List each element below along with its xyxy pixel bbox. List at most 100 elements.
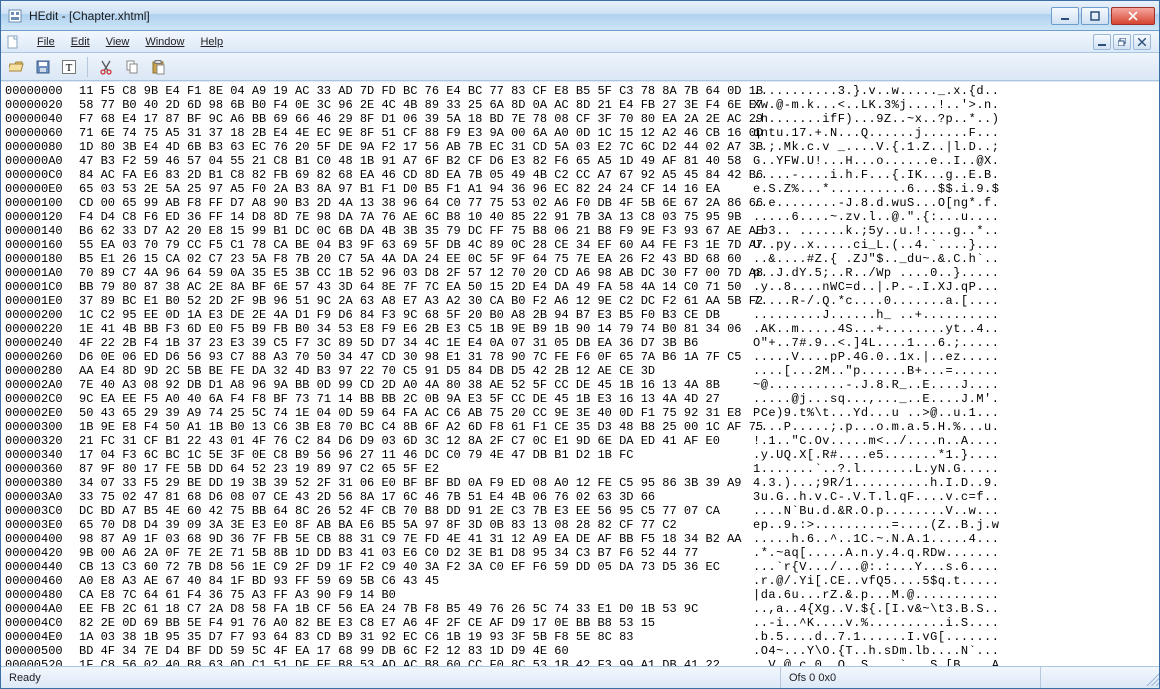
- hex-row: 0000038034 07 33 F5 29 BE DD 19 3B 39 52…: [5, 476, 1155, 490]
- offset-cell: 00000220: [5, 322, 77, 336]
- menu-edit[interactable]: Edit: [63, 34, 98, 50]
- hex-row: 000003E065 70 D8 D4 39 09 3A 3E E3 E0 8F…: [5, 518, 1155, 532]
- hex-bytes-cell: B6 62 33 D7 A2 20 E8 15 99 B1 DC 0C 6B D…: [77, 224, 745, 238]
- ascii-cell: O"+..7#.9..<.]4L....1...6.;.....: [745, 336, 999, 350]
- ascii-cell: .....@j...sq...,..._..E....J.M'.: [745, 392, 999, 406]
- ascii-cell: ep..9.:>..........=....(Z..B.j.w: [745, 518, 999, 532]
- menu-view[interactable]: View: [98, 34, 138, 50]
- ascii-cell: .....h.6..^..1C.~.N.A.1.....4...: [745, 532, 999, 546]
- ascii-cell: .h.......ifF)...9Z..~x..?p..*..): [745, 112, 999, 126]
- hex-row: 000002201E 41 4B BB F3 6D E0 F5 B9 FB B0…: [5, 322, 1155, 336]
- ascii-cell: e.S.Z%...*..........6...$$.i.9.$: [745, 182, 999, 196]
- hex-view[interactable]: 0000000011 F5 C8 9B E4 F1 8E 04 A9 19 AC…: [1, 81, 1159, 666]
- offset-cell: 00000080: [5, 140, 77, 154]
- ascii-cell: !.1.."C.Ov.....m<../....n..A....: [745, 434, 999, 448]
- menu-window[interactable]: Window: [137, 34, 192, 50]
- offset-cell: 00000020: [5, 98, 77, 112]
- offset-cell: 000004A0: [5, 602, 77, 616]
- ascii-cell: .*.~aq[.....A.n.y.4.q.RDw.......: [745, 546, 999, 560]
- hex-bytes-cell: 34 07 33 F5 29 BE DD 19 3B 39 52 2F 31 0…: [77, 476, 745, 490]
- ascii-cell: ..,a..4{Xg..V.${.[I.v&~\t3.B.S..: [745, 602, 999, 616]
- cut-button[interactable]: [94, 56, 118, 78]
- save-button[interactable]: [31, 56, 55, 78]
- hex-bytes-cell: B5 E1 26 15 CA 02 C7 23 5A F8 7B 20 C7 5…: [77, 252, 745, 266]
- offset-cell: 000000C0: [5, 168, 77, 182]
- ascii-cell: .b3.. ......k.;5y..u.!....g..*..: [745, 224, 999, 238]
- offset-cell: 00000180: [5, 252, 77, 266]
- hex-bytes-cell: 17 04 F3 6C BC 1C 5E 3F 0E C8 B9 56 96 2…: [77, 448, 745, 462]
- paste-button[interactable]: [146, 56, 170, 78]
- offset-cell: 000001A0: [5, 266, 77, 280]
- menu-file[interactable]: File: [29, 34, 63, 50]
- hex-bytes-cell: F4 D4 C8 F6 ED 36 FF 14 D8 8D 7E 98 DA 7…: [77, 210, 745, 224]
- mdi-restore-button[interactable]: [1113, 34, 1131, 50]
- hex-row: 000000801D 80 3B E4 4D 6B B3 63 EC 76 20…: [5, 140, 1155, 154]
- paste-icon: [150, 59, 166, 75]
- offset-cell: 00000200: [5, 308, 77, 322]
- minimize-button[interactable]: [1051, 7, 1079, 25]
- offset-cell: 000001E0: [5, 294, 77, 308]
- offset-cell: 00000260: [5, 350, 77, 364]
- offset-cell: 000003A0: [5, 490, 77, 504]
- hex-bytes-cell: 4F 22 2B F4 1B 37 23 E3 39 C5 F7 3C 89 5…: [77, 336, 745, 350]
- copy-button[interactable]: [120, 56, 144, 78]
- offset-cell: 00000520: [5, 658, 77, 666]
- hex-bytes-cell: 50 43 65 29 39 A9 74 25 5C 74 1E 04 0D 5…: [77, 406, 745, 420]
- text-mode-button[interactable]: T: [57, 56, 81, 78]
- hex-bytes-cell: AA E4 8D 9D 2C 5B BE FE DA 32 4D B3 97 2…: [77, 364, 745, 378]
- ascii-cell: Xw.@-m.k...<..LK.3%j....!..'>.n.: [745, 98, 999, 112]
- offset-cell: 00000300: [5, 420, 77, 434]
- maximize-button[interactable]: [1081, 7, 1109, 25]
- ascii-cell: ~@..........-.J.8.R_..E....J....: [745, 378, 999, 392]
- ascii-cell: .........J......h_ ..+..........: [745, 308, 999, 322]
- offset-cell: 000004C0: [5, 616, 77, 630]
- hex-row: 000004C082 2E 0D 69 BB 5E F4 91 76 A0 82…: [5, 616, 1155, 630]
- hex-row: 000002001C C2 95 EE 0D 1A E3 DE 2E 4A D1…: [5, 308, 1155, 322]
- ascii-cell: ....[...2M.."p......B+...=......: [745, 364, 999, 378]
- hex-row: 00000040F7 68 E4 17 87 BF 9C A6 BB 69 66…: [5, 112, 1155, 126]
- mdi-close-button[interactable]: [1133, 34, 1151, 50]
- ascii-cell: .....V....pP.4G.0..1x.|..ez.....: [745, 350, 999, 364]
- hex-row: 00000500BD 4F 34 7E D4 BF DD 59 5C 4F EA…: [5, 644, 1155, 658]
- close-button[interactable]: [1111, 7, 1155, 25]
- resize-grip-icon[interactable]: [1143, 670, 1159, 686]
- offset-cell: 00000440: [5, 560, 77, 574]
- hex-row: 00000260D6 0E 06 ED D6 56 93 C7 88 A3 70…: [5, 350, 1155, 364]
- hex-row: 00000120F4 D4 C8 F6 ED 36 FF 14 D8 8D 7E…: [5, 210, 1155, 224]
- open-button[interactable]: [5, 56, 29, 78]
- hex-bytes-cell: 84 AC FA E6 83 2D B1 C8 82 FB 69 82 68 E…: [77, 168, 745, 182]
- hex-bytes-cell: 1C C2 95 EE 0D 1A E3 DE 2E 4A D1 F9 D6 8…: [77, 308, 745, 322]
- hex-row: 000001E037 89 BC E1 B0 52 2D 2F 9B 96 51…: [5, 294, 1155, 308]
- mdi-buttons: [1093, 34, 1155, 50]
- toolbar-separator: [87, 57, 88, 77]
- hex-bytes-cell: 11 F5 C8 9B E4 F1 8E 04 A9 19 AC 33 AD 7…: [77, 84, 745, 98]
- hex-row: 00000140B6 62 33 D7 A2 20 E8 15 99 B1 DC…: [5, 224, 1155, 238]
- hex-row: 0000032021 FC 31 CF B1 22 43 01 4F 76 C2…: [5, 434, 1155, 448]
- hex-bytes-cell: 1D 80 3B E4 4D 6B B3 63 EC 76 20 5F DE 9…: [77, 140, 745, 154]
- hex-bytes-cell: 9C EA EE F5 A0 40 6A F4 F8 BF 73 71 14 B…: [77, 392, 745, 406]
- ascii-cell: ..V.@.c.0..Q..S....`...S.[B....A: [745, 658, 999, 666]
- hex-row: 000003001B 9E E8 F4 50 A1 1B B0 13 C6 3B…: [5, 420, 1155, 434]
- window-buttons: [1051, 7, 1155, 25]
- hex-row: 000000A047 B3 F2 59 46 57 04 55 21 C8 B1…: [5, 154, 1155, 168]
- statusbar: Ready Ofs 0 0x0: [1, 666, 1159, 688]
- offset-cell: 00000340: [5, 448, 77, 462]
- hex-row: 00000100CD 00 65 99 AB F8 FF D7 A8 90 B3…: [5, 196, 1155, 210]
- ascii-cell: PCe)9.t%\t...Yd...u ..>@..u.1...: [745, 406, 999, 420]
- offset-cell: 00000500: [5, 644, 77, 658]
- cut-icon: [98, 59, 114, 75]
- copy-icon: [124, 59, 140, 75]
- hex-bytes-cell: 1B 9E E8 F4 50 A1 1B B0 13 C6 3B E8 70 B…: [77, 420, 745, 434]
- hex-row: 0000000011 F5 C8 9B E4 F1 8E 04 A9 19 AC…: [5, 84, 1155, 98]
- offset-cell: 00000460: [5, 574, 77, 588]
- ascii-cell: ..;.Mk.c.v _....V.{.1.Z..|l.D..;: [745, 140, 999, 154]
- offset-cell: 000002C0: [5, 392, 77, 406]
- ascii-cell: G..YFW.U!...H...o......e..I..@X.: [745, 154, 999, 168]
- hex-bytes-cell: 21 FC 31 CF B1 22 43 01 4F 76 C2 84 D6 D…: [77, 434, 745, 448]
- menu-help[interactable]: Help: [192, 34, 231, 50]
- ascii-cell: .b.5....d..7.1......I.vG[.......: [745, 630, 999, 644]
- hex-bytes-cell: 1F C8 56 02 40 B8 63 0D C1 51 DF FE B8 5…: [77, 658, 745, 666]
- mdi-minimize-button[interactable]: [1093, 34, 1111, 50]
- ascii-cell: ..e........-J.8.d.wuS...O[ng*.f.: [745, 196, 999, 210]
- hex-bytes-cell: CB 13 C3 60 72 7B D8 56 1E C9 2F D9 1F F…: [77, 560, 745, 574]
